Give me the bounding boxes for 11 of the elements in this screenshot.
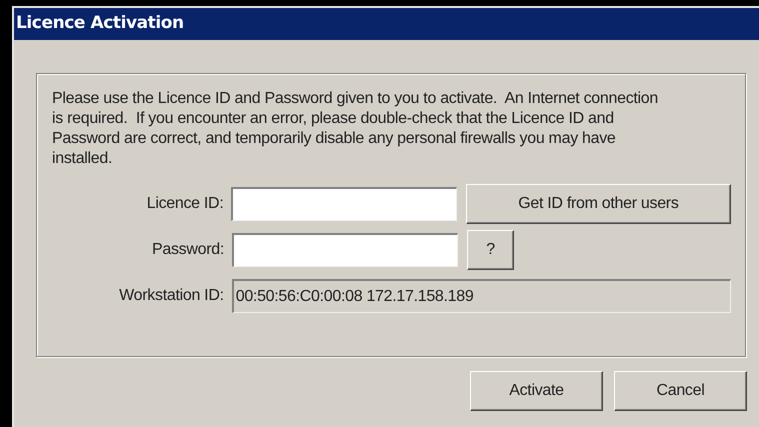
input-field[interactable] <box>231 187 457 221</box>
dialog-button[interactable]: Activate <box>470 371 603 411</box>
input-field[interactable] <box>232 233 458 267</box>
field-label: Licence ID: <box>146 194 224 214</box>
field-label: Password: <box>151 240 225 260</box>
form-button[interactable]: ? <box>467 230 514 270</box>
field-label: Workstation ID: <box>118 286 225 306</box>
form-button[interactable]: Get ID from other users <box>466 184 731 224</box>
dialog-button[interactable]: Cancel <box>614 371 747 411</box>
instructions-text: Please use the Licence ID and Password given to you to activate. An Internet connection is required. If you encounter an error, please double-check that the Licence ID and Password are correct, and temporarily disable any personal firewalls you may have installed. <box>52 89 659 169</box>
window-title: Licence Activation <box>16 12 184 36</box>
